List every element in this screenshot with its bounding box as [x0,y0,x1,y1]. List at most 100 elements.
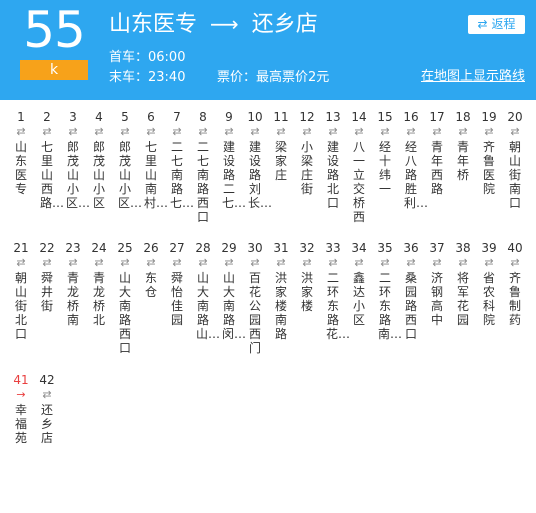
stop-item[interactable]: 5 ⇄ 郎茂山小区… [112,109,143,210]
stop-name: 郎茂山小区… [66,140,91,210]
first-bus-time: 首车：06:00 [109,50,186,65]
stop-item[interactable]: 41 → 幸福苑 [8,372,34,445]
stop-item[interactable]: 2 ⇄ 七里山西路… [34,109,65,210]
direction-icon: ⇄ [120,125,130,138]
stop-number: 39 [481,241,497,255]
stop-item[interactable]: 21 ⇄ 朝山街北口 [8,240,34,341]
stop-item[interactable]: 25 ⇄ 山大南路西口 [112,240,138,355]
stop-name: 鑫达小区 [352,271,365,327]
stop-item[interactable]: 3 ⇄ 郎茂山小区… [60,109,91,210]
stop-item[interactable]: 27 ⇄ 舜怡佳园 [164,240,190,327]
stop-number: 11 [273,110,289,124]
stop-name: 洪家楼南路 [274,271,287,341]
direction-icon: ⇄ [146,256,156,269]
stop-item[interactable]: 20 ⇄ 朝山街南口 [502,109,528,210]
stop-number: 23 [65,241,81,255]
stop-item[interactable]: 33 ⇄ 二环东路花… [320,240,350,341]
stop-name: 舜怡佳园 [170,271,183,327]
stop-name: 二环东路南… [378,271,403,341]
stop-name: 经八路胜利… [404,140,429,210]
return-trip-button[interactable]: ⇄ 返程 [468,15,525,34]
stop-item[interactable]: 26 ⇄ 东仓 [138,240,164,299]
stop-item[interactable]: 11 ⇄ 梁家庄 [268,109,294,182]
stop-number: 29 [221,241,237,255]
direction-icon: ⇄ [484,125,494,138]
direction-icon: ⇄ [458,125,468,138]
stop-item[interactable]: 42 ⇄ 还乡店 [34,372,60,445]
stop-number: 34 [351,241,367,255]
stop-number: 13 [325,110,341,124]
stop-name: 七里山南村… [144,140,169,210]
stop-item[interactable]: 7 ⇄ 二七南路七… [164,109,194,210]
stop-item[interactable]: 14 ⇄ 八一立交桥西 [346,109,372,224]
stop-name: 还乡店 [40,403,53,445]
direction-icon: ⇄ [16,125,26,138]
stop-item[interactable]: 12 ⇄ 小梁庄街 [294,109,320,196]
stop-item[interactable]: 28 ⇄ 山大南路山… [190,240,220,341]
stop-name: 郎茂山小区… [118,140,143,210]
stop-item[interactable]: 13 ⇄ 建设路北口 [320,109,346,210]
direction-icon: ⇄ [432,125,442,138]
stop-number: 14 [351,110,367,124]
stop-name: 山大南路西口 [118,271,131,355]
stop-item[interactable]: 24 ⇄ 青龙桥北 [86,240,112,327]
stop-number: 3 [69,110,77,124]
stop-item[interactable]: 15 ⇄ 经十纬一 [372,109,398,196]
direction-icon: ⇄ [224,125,234,138]
direction-icon: ⇄ [146,125,156,138]
stop-number: 18 [455,110,471,124]
stop-item[interactable]: 8 ⇄ 二七南路西口 [190,109,216,224]
direction-icon: ⇄ [380,256,390,269]
stop-name: 建设路北口 [326,140,339,210]
stop-number: 20 [507,110,523,124]
stop-name: 建设路刘长… [248,140,273,210]
stop-item[interactable]: 30 ⇄ 百花公园西门 [242,240,268,355]
stop-item[interactable]: 10 ⇄ 建设路刘长… [242,109,273,210]
stop-name: 桑园路西口 [404,271,417,341]
direction-icon: ⇄ [328,125,338,138]
stop-item[interactable]: 18 ⇄ 青年桥 [450,109,476,182]
stop-name: 八一立交桥西 [352,140,365,224]
stop-number: 31 [273,241,289,255]
direction-icon: ⇄ [94,256,104,269]
stop-item[interactable]: 17 ⇄ 青年西路 [424,109,450,196]
stop-item[interactable]: 35 ⇄ 二环东路南… [372,240,403,341]
direction-icon: ⇄ [198,125,208,138]
stop-item[interactable]: 9 ⇄ 建设路二七… [216,109,247,210]
stop-item[interactable]: 22 ⇄ 舜井街 [34,240,60,313]
stop-number: 9 [225,110,233,124]
stop-item[interactable]: 6 ⇄ 七里山南村… [138,109,169,210]
stop-number: 21 [13,241,29,255]
stop-item[interactable]: 36 ⇄ 桑园路西口 [398,240,424,341]
stop-number: 32 [299,241,315,255]
stop-name: 舜井街 [40,271,53,313]
show-route-on-map-link[interactable]: 在地图上显示路线 [421,69,525,85]
stop-item[interactable]: 39 ⇄ 省农科院 [476,240,502,327]
stop-number: 36 [403,241,419,255]
stop-item[interactable]: 34 ⇄ 鑫达小区 [346,240,372,327]
direction-icon: ⇄ [510,256,520,269]
direction-icon: ⇄ [250,125,260,138]
stop-number: 12 [299,110,315,124]
stop-item[interactable]: 4 ⇄ 郎茂山小区 [86,109,112,210]
stop-item[interactable]: 37 ⇄ 济钢高中 [424,240,450,327]
stop-item[interactable]: 38 ⇄ 将军花园 [450,240,476,327]
stop-item[interactable]: 32 ⇄ 洪家楼 [294,240,320,313]
direction-icon: ⇄ [328,256,338,269]
direction-icon: ⇄ [380,125,390,138]
stop-item[interactable]: 29 ⇄ 山大南路闵… [216,240,246,341]
stop-item[interactable]: 16 ⇄ 经八路胜利… [398,109,429,210]
stop-name: 朝山街北口 [14,271,27,341]
stop-item[interactable]: 19 ⇄ 齐鲁医院 [476,109,502,196]
stop-item[interactable]: 40 ⇄ 齐鲁制药 [502,240,528,327]
stop-name: 建设路二七… [222,140,247,210]
stop-item[interactable]: 31 ⇄ 洪家楼南路 [268,240,294,341]
direction-icon: ⇄ [276,125,286,138]
direction-icon: ⇄ [68,256,78,269]
stop-number: 28 [195,241,211,255]
stop-item[interactable]: 1 ⇄ 山东医专 [8,109,34,196]
stop-number: 27 [169,241,185,255]
stop-name: 七里山西路… [40,140,65,210]
stop-item[interactable]: 23 ⇄ 青龙桥南 [60,240,86,327]
stop-number: 19 [481,110,497,124]
